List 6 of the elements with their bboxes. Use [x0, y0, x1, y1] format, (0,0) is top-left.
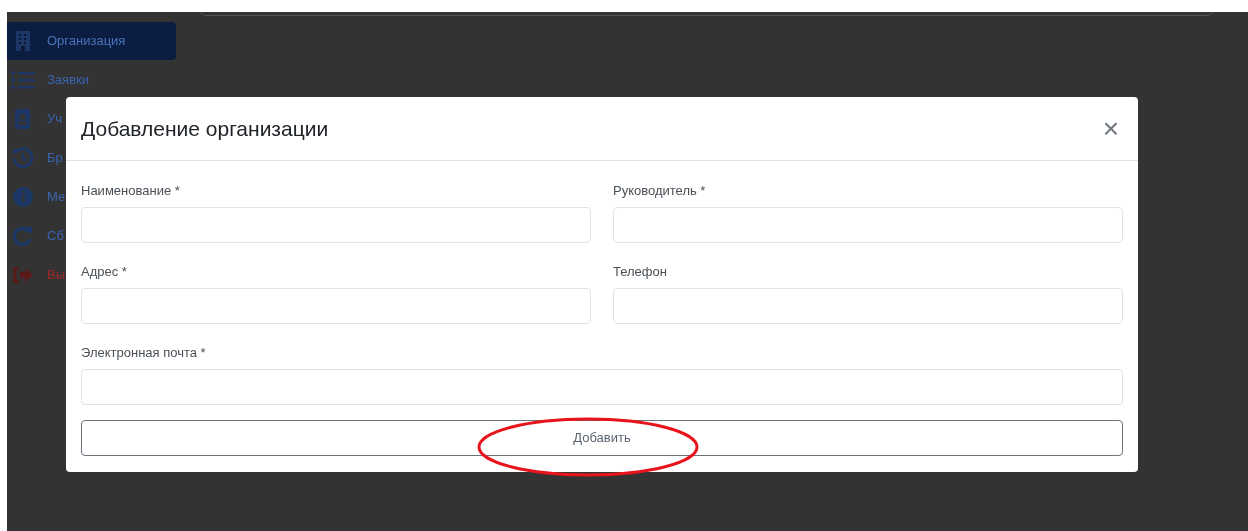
- field-label: Адрес *: [81, 264, 128, 280]
- field-label: Телефон: [613, 264, 668, 280]
- field-label: Электронная почта *: [81, 345, 207, 361]
- field-label: Наименование *: [81, 183, 181, 199]
- modal-title: Добавление организации: [81, 115, 329, 142]
- field-label: Руководитель *: [613, 183, 707, 199]
